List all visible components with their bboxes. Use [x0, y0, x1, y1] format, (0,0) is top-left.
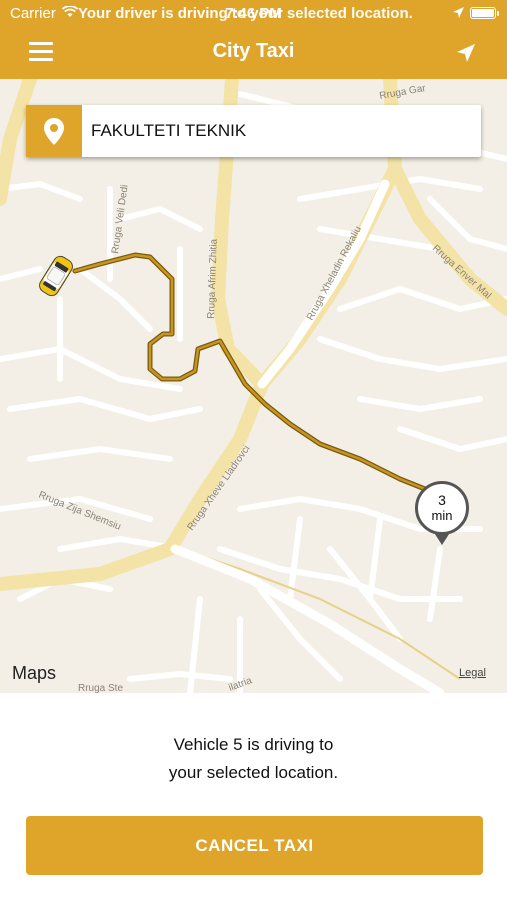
- taxi-vehicle-icon[interactable]: [37, 254, 75, 299]
- battery-icon: [470, 7, 496, 19]
- status-message-line2: your selected location.: [168, 763, 339, 782]
- legal-link[interactable]: Legal: [459, 667, 486, 679]
- status-message: Vehicle 5 is driving to your selected lo…: [0, 731, 507, 787]
- eta-unit: min: [431, 508, 453, 523]
- eta-bubble: 3 min: [415, 481, 469, 535]
- status-bar: Carrier Your driver is driving to your s…: [0, 0, 507, 27]
- street-label-xheladin-rekaliu: Rruga Xheladin Rekaliu: [305, 224, 364, 322]
- battery-tip: [497, 11, 499, 16]
- street-label-xheve-lladrovci: Rruga Xheve Lladrovci: [185, 444, 252, 533]
- map-pin-icon: [44, 118, 64, 145]
- status-time: 7:46 PM: [225, 5, 282, 22]
- cancel-taxi-button[interactable]: CANCEL TAXI: [26, 816, 483, 875]
- maps-label: Maps: [12, 663, 57, 683]
- street-label-enver-mal: Rruga Enver Mal: [430, 243, 493, 301]
- map-view[interactable]: Rruga Gar Rruga Veli Dedi Rruga Afrim Zh…: [0, 79, 507, 693]
- page-title: City Taxi: [212, 40, 295, 62]
- map-streets: Rruga Gar Rruga Veli Dedi Rruga Afrim Zh…: [0, 79, 507, 693]
- eta-marker[interactable]: 3 min: [415, 481, 475, 553]
- street-label-ste: Rruga Ste: [78, 683, 123, 693]
- locate-me-icon[interactable]: [455, 42, 477, 64]
- apple-maps-logo: Maps: [12, 663, 56, 684]
- destination-text: FAKULTETI TEKNIK: [91, 121, 247, 140]
- nav-bar: City Taxi: [0, 27, 507, 79]
- destination-field[interactable]: FAKULTETI TEKNIK: [26, 105, 481, 157]
- eta-value: 3: [438, 492, 446, 508]
- status-message-line1: Vehicle 5 is driving to: [173, 735, 334, 754]
- bottom-panel: Vehicle 5 is driving to your selected lo…: [0, 693, 507, 900]
- location-arrow-icon: [453, 7, 464, 18]
- destination-pin-panel: [26, 105, 82, 157]
